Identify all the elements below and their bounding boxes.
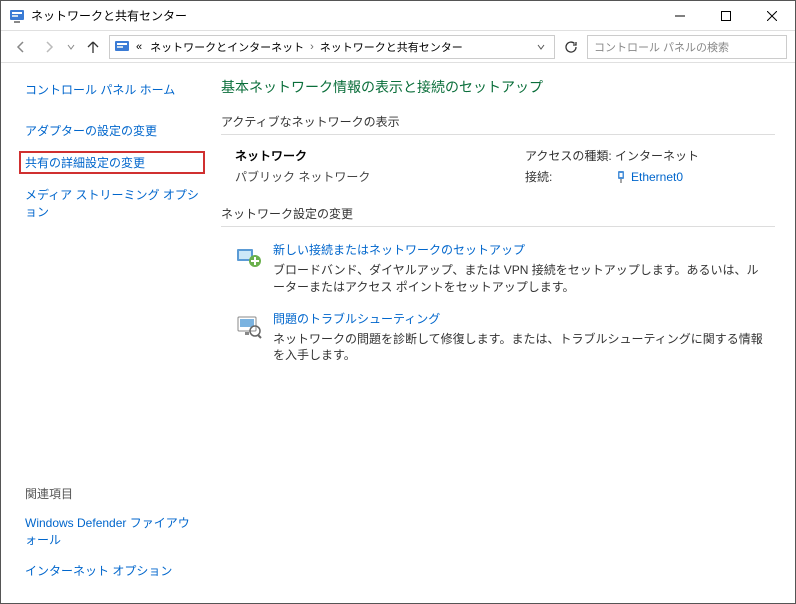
access-type-value: インターネット	[615, 147, 699, 164]
window-controls	[657, 1, 795, 30]
breadcrumb-item[interactable]: ネットワークと共有センター	[318, 39, 465, 55]
active-network-row: ネットワーク パブリック ネットワーク アクセスの種類: インターネット 接続:…	[221, 145, 775, 205]
titlebar: ネットワークと共有センター	[1, 1, 795, 31]
sidebar-link-adapter[interactable]: アダプターの設定の変更	[25, 122, 201, 139]
connection-link[interactable]: Ethernet0	[615, 168, 683, 185]
new-connection-icon	[235, 243, 263, 271]
change-item-new-connection: 新しい接続またはネットワークのセットアップ ブロードバンド、ダイヤルアップ、また…	[221, 237, 775, 306]
forward-button[interactable]	[37, 35, 61, 59]
breadcrumb[interactable]: « ネットワークとインターネット › ネットワークと共有センター	[109, 35, 555, 59]
access-type-label: アクセスの種類:	[525, 147, 615, 164]
window-title: ネットワークと共有センター	[31, 7, 187, 24]
troubleshoot-icon	[235, 312, 263, 340]
search-placeholder: コントロール パネルの検索	[594, 39, 729, 55]
network-name: ネットワーク	[235, 147, 525, 164]
main-heading: 基本ネットワーク情報の表示と接続のセットアップ	[221, 77, 775, 97]
sidebar-link-firewall[interactable]: Windows Defender ファイアウォール	[25, 514, 201, 548]
sidebar-link-sharing[interactable]: 共有の詳細設定の変更	[19, 151, 205, 174]
breadcrumb-prefix: «	[134, 41, 144, 53]
troubleshoot-link[interactable]: 問題のトラブルシューティング	[273, 310, 765, 327]
ethernet-icon	[615, 170, 627, 184]
main-panel: 基本ネットワーク情報の表示と接続のセットアップ アクティブなネットワークの表示 …	[211, 63, 795, 603]
back-button[interactable]	[9, 35, 33, 59]
sidebar: コントロール パネル ホーム アダプターの設定の変更 共有の詳細設定の変更 メデ…	[1, 63, 211, 603]
breadcrumb-icon	[114, 39, 130, 55]
navbar: « ネットワークとインターネット › ネットワークと共有センター コントロール …	[1, 31, 795, 63]
minimize-button[interactable]	[657, 1, 703, 30]
new-connection-desc: ブロードバンド、ダイヤルアップ、または VPN 接続をセットアップします。あるい…	[273, 262, 765, 296]
sidebar-link-internet-options[interactable]: インターネット オプション	[25, 562, 201, 579]
troubleshoot-desc: ネットワークの問題を診断して修復します。または、トラブルシューティングに関する情…	[273, 331, 765, 365]
change-settings-title: ネットワーク設定の変更	[221, 205, 775, 227]
up-button[interactable]	[81, 35, 105, 59]
recent-dropdown-icon[interactable]	[65, 35, 77, 59]
active-networks-title: アクティブなネットワークの表示	[221, 113, 775, 135]
breadcrumb-dropdown-icon[interactable]	[532, 43, 550, 51]
chevron-right-icon: ›	[310, 41, 314, 53]
new-connection-link[interactable]: 新しい接続またはネットワークのセットアップ	[273, 241, 765, 258]
network-type: パブリック ネットワーク	[235, 168, 525, 185]
sidebar-link-home[interactable]: コントロール パネル ホーム	[25, 81, 201, 98]
app-icon	[9, 8, 25, 24]
change-item-troubleshoot: 問題のトラブルシューティング ネットワークの問題を診断して修復します。または、ト…	[221, 306, 775, 375]
related-items-title: 関連項目	[25, 485, 201, 502]
refresh-button[interactable]	[559, 35, 583, 59]
content-area: コントロール パネル ホーム アダプターの設定の変更 共有の詳細設定の変更 メデ…	[1, 63, 795, 603]
close-button[interactable]	[749, 1, 795, 30]
maximize-button[interactable]	[703, 1, 749, 30]
connection-label: 接続:	[525, 168, 615, 185]
breadcrumb-item[interactable]: ネットワークとインターネット	[148, 39, 306, 55]
sidebar-link-media[interactable]: メディア ストリーミング オプション	[25, 186, 201, 220]
connection-value: Ethernet0	[631, 170, 683, 184]
search-input[interactable]: コントロール パネルの検索	[587, 35, 787, 59]
